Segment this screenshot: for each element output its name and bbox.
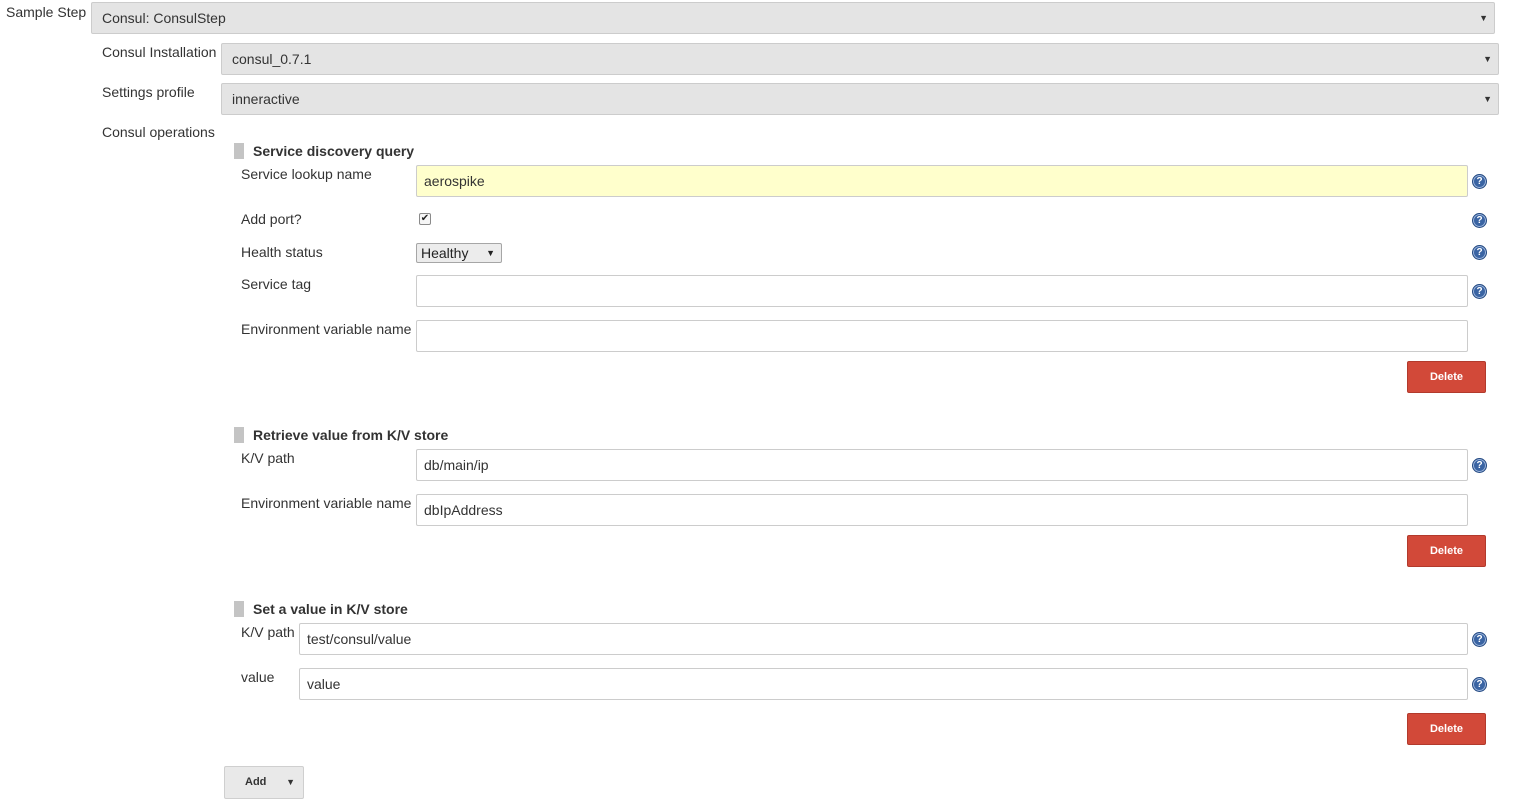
sample-step-label: Sample Step <box>6 4 87 20</box>
sample-step-value: Consul: ConsulStep <box>102 10 226 26</box>
chevron-down-icon: ▼ <box>1483 54 1492 64</box>
discovery-env-label: Environment variable name <box>241 321 412 337</box>
question-mark-help-icon[interactable]: ? <box>1472 284 1487 299</box>
kv-get-section-title: Retrieve value from K/V store <box>253 427 449 443</box>
kv-set-path-label: K/V path <box>241 624 295 640</box>
question-mark-help-icon[interactable]: ? <box>1472 677 1487 692</box>
add-operation-button[interactable]: Add ▼ <box>224 766 304 799</box>
kv-set-delete-button[interactable]: Delete <box>1407 713 1486 745</box>
kv-get-env-label: Environment variable name <box>241 495 412 511</box>
kv-get-delete-button[interactable]: Delete <box>1407 535 1486 567</box>
add-port-label: Add port? <box>241 211 302 227</box>
discovery-env-input[interactable] <box>416 320 1468 352</box>
chevron-down-icon: ▼ <box>286 777 295 787</box>
consul-installation-value: consul_0.7.1 <box>232 51 312 67</box>
question-mark-help-icon[interactable]: ? <box>1472 213 1487 228</box>
question-mark-help-icon[interactable]: ? <box>1472 458 1487 473</box>
health-status-label: Health status <box>241 244 323 260</box>
service-lookup-input[interactable]: aerospike <box>416 165 1468 197</box>
kv-set-section-title: Set a value in K/V store <box>253 601 408 617</box>
drag-handle-icon[interactable] <box>234 427 244 443</box>
add-port-checkbox[interactable]: ✔ <box>419 213 431 225</box>
kv-set-value-input[interactable]: value <box>299 668 1468 700</box>
sample-step-select[interactable]: Consul: ConsulStep ▼ <box>91 2 1495 34</box>
question-mark-help-icon[interactable]: ? <box>1472 245 1487 260</box>
question-mark-help-icon[interactable]: ? <box>1472 632 1487 647</box>
settings-profile-select[interactable]: inneractive ▼ <box>221 83 1499 115</box>
kv-get-env-input[interactable]: dbIpAddress <box>416 494 1468 526</box>
service-lookup-label: Service lookup name <box>241 166 372 182</box>
discovery-delete-button[interactable]: Delete <box>1407 361 1486 393</box>
kv-set-value-label: value <box>241 669 275 685</box>
drag-handle-icon[interactable] <box>234 601 244 617</box>
consul-installation-select[interactable]: consul_0.7.1 ▼ <box>221 43 1499 75</box>
chevron-down-icon: ▼ <box>1479 13 1488 23</box>
settings-profile-label: Settings profile <box>102 84 195 100</box>
chevron-down-icon: ▼ <box>1483 94 1492 104</box>
question-mark-help-icon[interactable]: ? <box>1472 174 1487 189</box>
discovery-section-title: Service discovery query <box>253 143 415 159</box>
kv-get-path-label: K/V path <box>241 450 295 466</box>
kv-set-path-input[interactable]: test/consul/value <box>299 623 1468 655</box>
health-status-value: Healthy <box>421 245 469 261</box>
service-tag-input[interactable] <box>416 275 1468 307</box>
consul-installation-label: Consul Installation <box>102 44 217 60</box>
service-tag-label: Service tag <box>241 276 312 292</box>
health-status-select[interactable]: Healthy ▼ <box>416 243 502 263</box>
settings-profile-value: inneractive <box>232 91 300 107</box>
add-operation-label: Add <box>245 776 267 788</box>
consul-operations-label: Consul operations <box>102 124 215 140</box>
drag-handle-icon[interactable] <box>234 143 244 159</box>
chevron-down-icon: ▼ <box>486 248 495 258</box>
kv-get-path-input[interactable]: db/main/ip <box>416 449 1468 481</box>
